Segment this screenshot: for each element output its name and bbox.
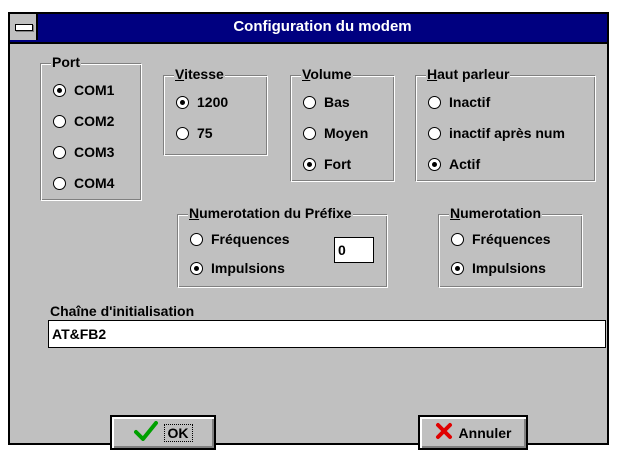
radio-prefixe-frequences[interactable]: Fréquences [190,231,290,247]
radio-com1[interactable]: COM1 [53,82,114,98]
numerotation-legend: Numerotation [449,205,543,221]
radio-inactif-apres-num[interactable]: inactif après num [428,125,565,141]
radio-fort[interactable]: Fort [303,156,351,172]
radio-label: Bas [324,94,350,110]
volume-group: Volume Bas Moyen Fort [290,66,395,182]
radio-button[interactable] [303,95,316,109]
prefix-input[interactable]: 0 [334,237,374,263]
radio-label: Inactif [449,94,491,110]
radio-com4[interactable]: COM4 [53,175,114,191]
radio-label: Fréquences [472,231,551,247]
radio-label: COM3 [74,144,115,160]
radio-label: Impulsions [211,260,285,276]
cancel-button[interactable]: Annuler [418,415,528,450]
radio-button[interactable] [190,232,203,246]
volume-legend: Volume [301,66,353,82]
radio-label: Actif [449,156,481,172]
init-string-input[interactable]: AT&FB2 [48,320,606,348]
radio-button-checked[interactable] [451,261,464,275]
radio-label: COM1 [74,82,115,98]
check-icon [133,421,158,444]
radio-button-checked[interactable] [428,157,441,171]
radio-button-checked[interactable] [190,261,203,275]
radio-button[interactable] [428,126,441,140]
init-string-label: Chaîne d'initialisation [50,303,195,319]
radio-button[interactable] [428,95,441,109]
radio-label: 1200 [197,94,229,110]
title-bar: Configuration du modem [10,14,607,44]
radio-button[interactable] [303,126,316,140]
radio-actif[interactable]: Actif [428,156,480,172]
radio-label: inactif après num [449,125,565,141]
radio-button[interactable] [451,232,464,246]
radio-button[interactable] [176,126,189,140]
radio-com3[interactable]: COM3 [53,144,114,160]
numerotation-group: Numerotation Fréquences Impulsions [438,205,583,288]
system-menu-icon [15,24,33,31]
radio-label: Impulsions [472,260,546,276]
radio-bas[interactable]: Bas [303,94,350,110]
radio-button[interactable] [53,145,66,159]
radio-numerotation-impulsions[interactable]: Impulsions [451,260,546,276]
radio-moyen[interactable]: Moyen [303,125,368,141]
numerotation-prefixe-group: Numerotation du Préfixe Fréquences Impul… [177,205,388,288]
system-menu-button[interactable] [10,14,38,40]
radio-com2[interactable]: COM2 [53,113,114,129]
radio-button-checked[interactable] [53,83,66,97]
ok-label: OK [163,423,193,442]
radio-75[interactable]: 75 [176,125,213,141]
port-legend: Port [51,54,81,70]
radio-label: Moyen [324,125,369,141]
radio-1200[interactable]: 1200 [176,94,228,110]
numerotation-prefixe-legend: Numerotation du Préfixe [188,205,353,221]
vitesse-group: Vitesse 1200 75 [163,66,268,156]
radio-button[interactable] [53,114,66,128]
radio-label: 75 [197,125,213,141]
window-title: Configuration du modem [233,18,412,35]
radio-button-checked[interactable] [303,157,316,171]
radio-button[interactable] [53,176,66,190]
ok-button[interactable]: OK [110,415,216,450]
cancel-label: Annuler [458,424,512,441]
vitesse-legend: Vitesse [174,66,225,82]
radio-numerotation-frequences[interactable]: Fréquences [451,231,551,247]
haut-parleur-group: Haut parleur Inactif inactif après num A… [415,66,596,182]
radio-label: Fréquences [211,231,290,247]
radio-label: Fort [324,156,352,172]
modem-config-dialog: Configuration du modem Port COM1 COM2 CO… [8,12,609,450]
port-group: Port COM1 COM2 COM3 COM4 [40,54,142,201]
radio-label: COM4 [74,175,115,191]
radio-inactif[interactable]: Inactif [428,94,490,110]
x-icon [435,422,453,443]
haut-parleur-legend: Haut parleur [426,66,511,82]
radio-label: COM2 [74,113,115,129]
radio-button-checked[interactable] [176,95,189,109]
radio-prefixe-impulsions[interactable]: Impulsions [190,260,285,276]
